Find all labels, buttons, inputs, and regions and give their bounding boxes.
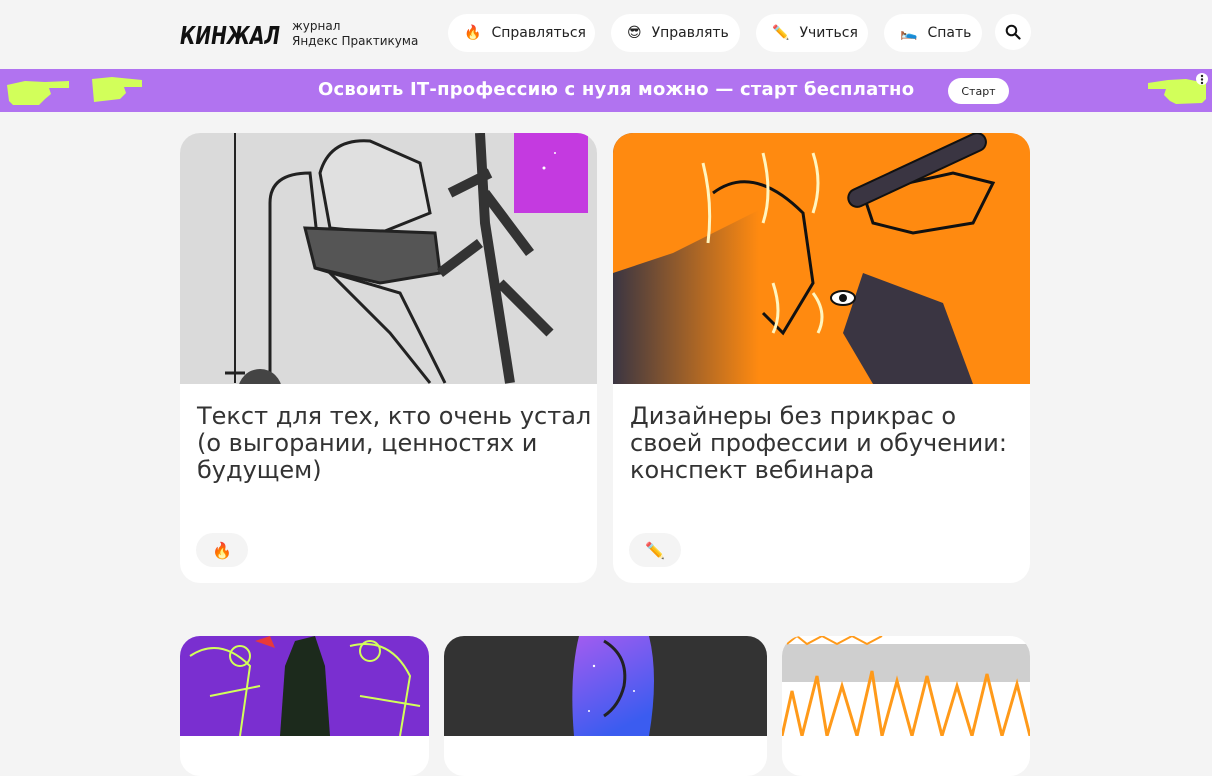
banner-text[interactable]: Освоить IT‑профессию с нуля можно — стар… <box>318 79 914 100</box>
fire-icon: 🔥 <box>212 540 232 560</box>
more-options-icon[interactable] <box>1196 73 1208 93</box>
nav-learn[interactable]: ✏️ Учиться <box>756 14 868 52</box>
article-card[interactable]: Дизайнеры без прикрас о своей профессии … <box>613 133 1030 583</box>
article-title[interactable]: Текст для тех, кто очень устал (о выгора… <box>197 403 597 484</box>
nav-cope[interactable]: 🔥 Справляться <box>448 14 595 52</box>
article-card[interactable]: Текст для тех, кто очень устал (о выгора… <box>180 133 597 583</box>
article-illustration-burnout <box>180 133 597 384</box>
nav-manage[interactable]: 😎 Управлять <box>611 14 740 52</box>
nav-label: Справляться <box>491 25 586 41</box>
article-illustration-people <box>180 636 429 736</box>
search-button[interactable] <box>995 14 1031 50</box>
nav-label: Управлять <box>651 25 729 41</box>
logo-text: КИНЖАЛ <box>180 21 280 49</box>
article-card[interactable] <box>782 636 1030 776</box>
article-card[interactable] <box>444 636 767 776</box>
category-tag[interactable]: 🔥 <box>196 533 248 567</box>
article-title[interactable]: Дизайнеры без прикрас о своей профессии … <box>630 403 1030 484</box>
article-illustration-fire <box>782 636 1030 736</box>
nav-label: Спать <box>927 25 972 41</box>
nav-label: Учиться <box>799 25 858 41</box>
article-illustration-space <box>444 636 767 736</box>
pointing-hand-icon <box>7 81 69 105</box>
article-card[interactable] <box>180 636 429 776</box>
pencil-icon: ✏️ <box>645 540 665 560</box>
start-button[interactable]: Старт <box>948 78 1009 104</box>
promo-banner[interactable]: Освоить IT‑профессию с нуля можно — стар… <box>0 69 1212 112</box>
category-tag[interactable]: ✏️ <box>629 533 681 567</box>
pencil-icon: ✏️ <box>772 25 790 41</box>
search-icon <box>1005 24 1021 40</box>
pointing-hand-icon <box>92 77 142 102</box>
fire-icon: 🔥 <box>464 25 482 41</box>
logo-subtitle-line2: Яндекс Практикума <box>292 34 419 48</box>
kinzhal-logo[interactable]: КИНЖАЛ <box>180 19 280 49</box>
site-header: КИНЖАЛ журнал Яндекс Практикума 🔥 Справл… <box>0 0 1212 68</box>
nav-sleep[interactable]: 🛌 Спать <box>884 14 982 52</box>
logo-subtitle: журнал Яндекс Практикума <box>292 19 418 49</box>
article-illustration-designers <box>613 133 1030 384</box>
sunglasses-icon: 😎 <box>627 25 642 41</box>
logo-subtitle-line1: журнал <box>292 19 341 33</box>
bed-icon: 🛌 <box>900 25 918 41</box>
